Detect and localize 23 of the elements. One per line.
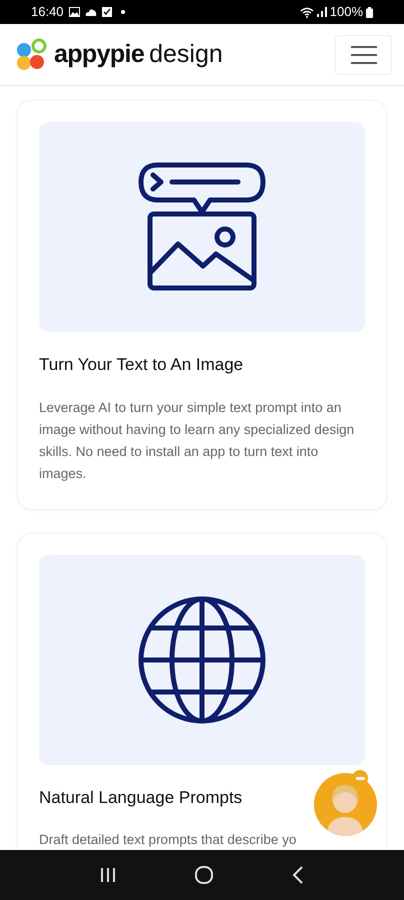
card-title: Turn Your Text to An Image xyxy=(39,354,244,376)
wifi-icon xyxy=(300,6,314,18)
brand-name: appypie xyxy=(54,38,144,70)
dot-icon xyxy=(120,10,125,14)
home-icon[interactable] xyxy=(194,866,213,884)
menu-icon xyxy=(350,44,376,64)
battery-percentage: 100% xyxy=(330,3,363,22)
card-description: Leverage AI to turn your simple text prompt into an image without having to learn any specialized design skills. No need to install an app to turn text into images. xyxy=(39,398,356,483)
text-to-image-icon xyxy=(138,162,266,292)
logo-icon xyxy=(15,38,49,72)
checkbox-icon xyxy=(102,7,112,17)
card-title: Natural Language Prompts xyxy=(39,786,244,808)
brand-suffix: design xyxy=(149,38,223,70)
recent-apps-icon[interactable] xyxy=(100,867,116,883)
cloud-icon xyxy=(84,8,97,16)
card-description: Draft detailed text prompts that describe yo xyxy=(39,831,298,849)
status-time: 16:40 xyxy=(31,3,64,22)
gallery-icon xyxy=(68,7,80,17)
menu-button[interactable] xyxy=(335,34,392,74)
back-icon[interactable] xyxy=(292,866,304,884)
signal-icon xyxy=(316,7,327,17)
globe-icon xyxy=(137,594,267,724)
battery-icon xyxy=(366,6,373,18)
